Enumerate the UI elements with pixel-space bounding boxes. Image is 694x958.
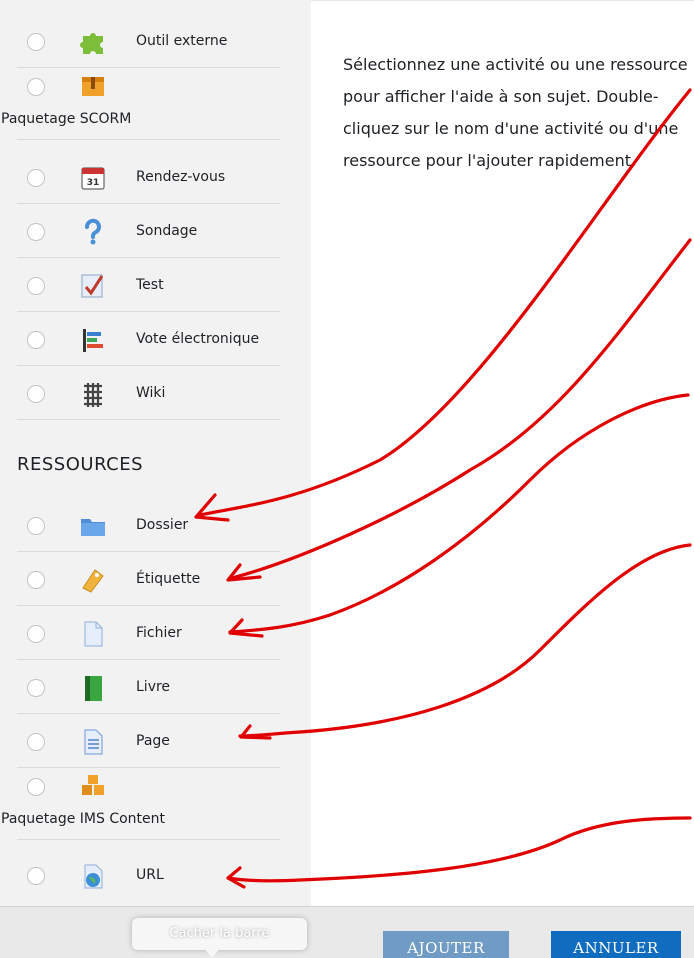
folder-icon: [81, 519, 105, 536]
option-fichier[interactable]: Fichier: [17, 606, 280, 660]
option-dossier[interactable]: Dossier: [17, 498, 280, 552]
bar-chart-icon: [83, 329, 103, 352]
radio-livre[interactable]: [27, 679, 45, 697]
radio-paquetage-ims[interactable]: [27, 778, 45, 796]
option-wiki[interactable]: Wiki: [17, 366, 280, 420]
option-label: Test: [136, 277, 164, 293]
package-box-icon: [82, 77, 104, 96]
radio-wiki[interactable]: [27, 385, 45, 403]
cancel-button[interactable]: ANNULER: [551, 931, 681, 958]
option-sondage[interactable]: Sondage: [17, 204, 280, 258]
option-livre[interactable]: Livre: [17, 660, 280, 714]
option-label: Page: [136, 733, 170, 749]
radio-fichier[interactable]: [27, 625, 45, 643]
radio-dossier[interactable]: [27, 517, 45, 535]
option-label: Sondage: [136, 223, 198, 239]
help-text: Sélectionnez une activité ou une ressour…: [343, 55, 688, 170]
globe-icon: [84, 864, 103, 889]
option-label: Fichier: [136, 625, 182, 641]
option-url[interactable]: URL: [17, 848, 280, 902]
option-label: Vote électronique: [136, 331, 260, 347]
option-label: URL: [136, 867, 164, 883]
radio-vote-electronique[interactable]: [27, 331, 45, 349]
resources-heading: RESSOURCES: [17, 454, 144, 475]
chooser-sidebar: Outil externe Paquetage SCORM 31 Rendez-…: [0, 0, 311, 906]
calendar-day-text: 31: [87, 178, 100, 188]
boxes-icon: [82, 775, 104, 795]
book-icon: [85, 676, 102, 701]
tooltip: Cacher la barre: [132, 918, 307, 950]
option-label: Étiquette: [136, 571, 201, 587]
tag-icon: [82, 569, 104, 593]
option-etiquette[interactable]: Étiquette: [17, 552, 280, 606]
add-button[interactable]: AJOUTER: [383, 931, 509, 958]
page-icon: [84, 729, 103, 755]
option-rendez-vous[interactable]: 31 Rendez-vous: [17, 150, 280, 204]
wiki-icon: [84, 383, 102, 407]
option-label: Paquetage SCORM: [1, 111, 132, 127]
tooltip-tail-icon: [204, 948, 220, 958]
option-label: Livre: [136, 679, 171, 695]
option-outil-externe[interactable]: Outil externe: [17, 14, 280, 68]
radio-test[interactable]: [27, 277, 45, 295]
radio-rendez-vous[interactable]: [27, 169, 45, 187]
help-panel: Sélectionnez une activité ou une ressour…: [311, 0, 694, 906]
checklist-icon: [81, 274, 104, 298]
option-label: Rendez-vous: [136, 169, 226, 185]
option-label: Wiki: [136, 385, 166, 401]
question-mark-icon: [85, 218, 101, 245]
option-page[interactable]: Page: [17, 714, 280, 768]
radio-page[interactable]: [27, 733, 45, 751]
option-paquetage-ims[interactable]: Paquetage IMS Content: [1, 768, 280, 840]
radio-url[interactable]: [27, 867, 45, 885]
option-label: Paquetage IMS Content: [1, 811, 166, 827]
option-label: Outil externe: [136, 33, 228, 49]
radio-sondage[interactable]: [27, 223, 45, 241]
dialog-footer: AJOUTER ANNULER: [0, 906, 694, 958]
radio-paquetage-scorm[interactable]: [27, 78, 45, 96]
radio-etiquette[interactable]: [27, 571, 45, 589]
calendar-icon: 31: [81, 167, 105, 190]
option-vote-electronique[interactable]: Vote électronique: [17, 312, 280, 366]
radio-outil-externe[interactable]: [27, 33, 45, 51]
file-icon: [84, 621, 103, 647]
puzzle-piece-icon: [80, 33, 103, 54]
option-label: Dossier: [136, 517, 189, 533]
option-paquetage-scorm[interactable]: Paquetage SCORM: [1, 68, 280, 140]
option-test[interactable]: Test: [17, 258, 280, 312]
